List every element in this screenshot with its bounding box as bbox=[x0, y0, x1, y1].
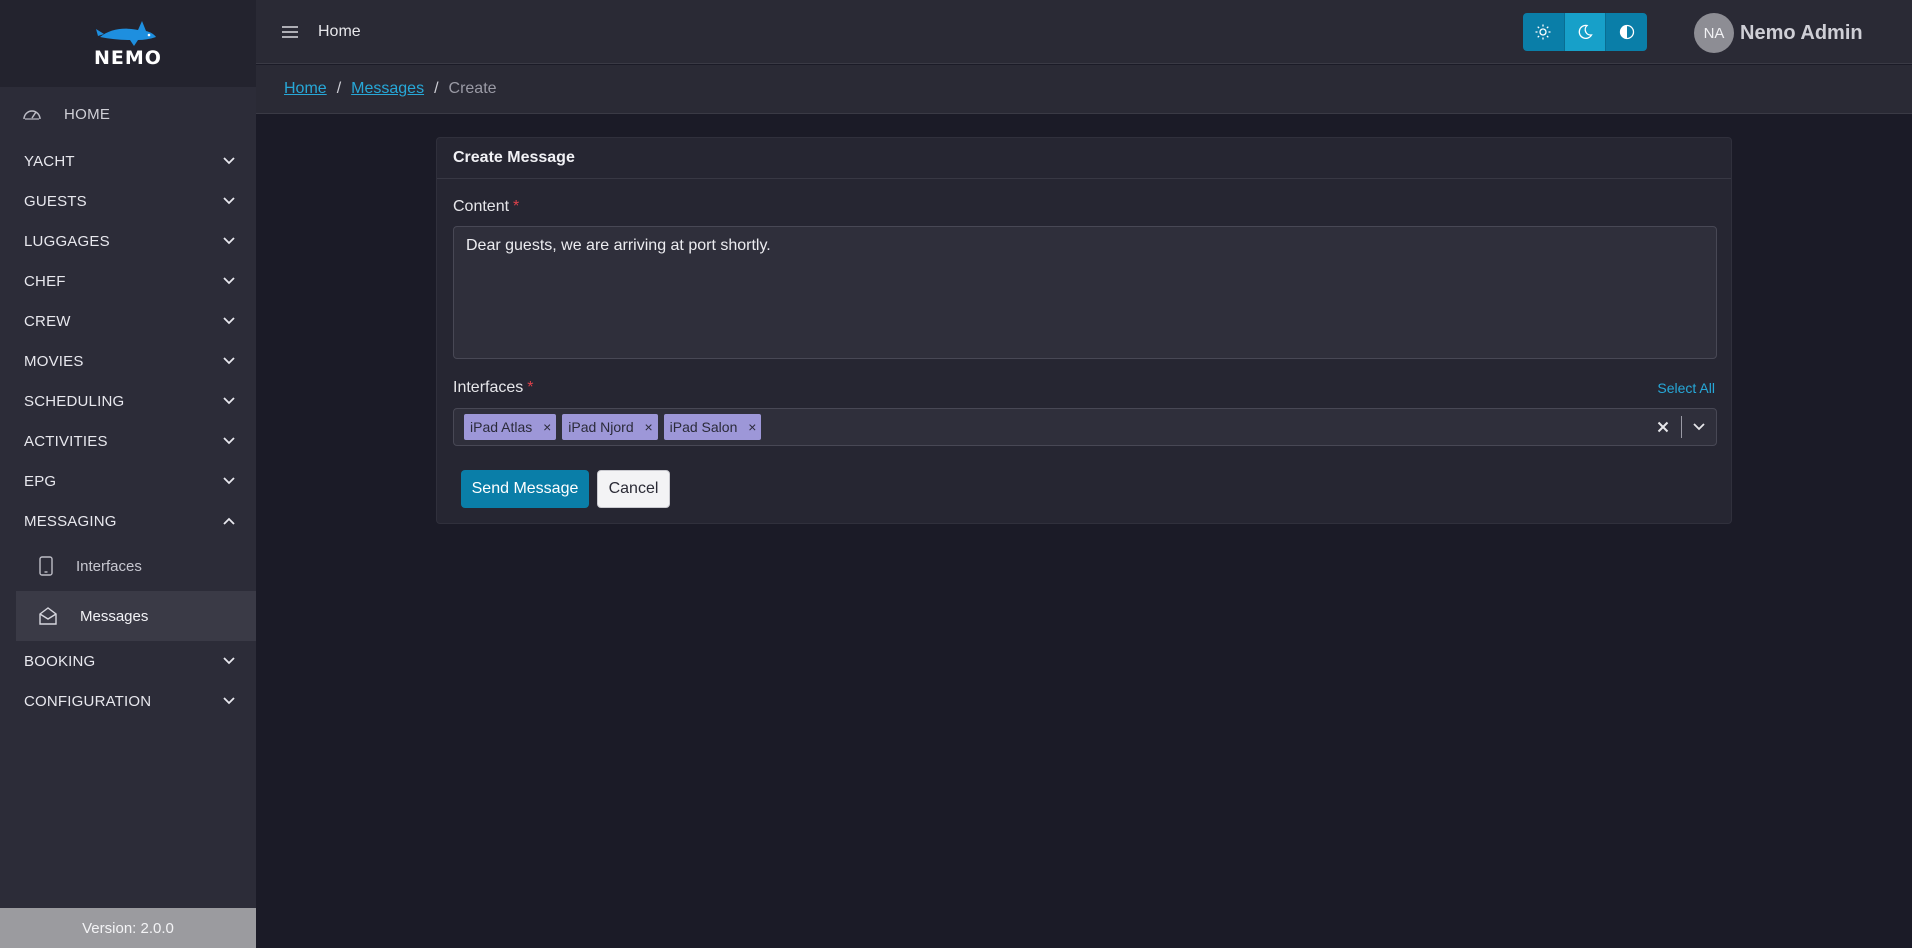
sidebar-item-label: EPG bbox=[24, 472, 57, 490]
content-label: Content * bbox=[453, 198, 519, 216]
selected-tag: iPad Salon × bbox=[663, 414, 762, 440]
sun-icon bbox=[1535, 24, 1551, 40]
sidebar-item-label: LUGGAGES bbox=[24, 232, 110, 250]
sidebar-item-messaging[interactable]: MESSAGING bbox=[0, 501, 256, 541]
sidebar-subitem-interfaces[interactable]: Interfaces bbox=[16, 541, 256, 591]
required-mark: * bbox=[513, 198, 520, 215]
content-label-text: Content bbox=[453, 198, 510, 215]
interfaces-label: Interfaces * bbox=[453, 379, 534, 397]
moon-icon bbox=[1578, 24, 1593, 39]
header-home-link[interactable]: Home bbox=[318, 23, 361, 41]
interfaces-multiselect[interactable]: iPad Atlas × iPad Njord × iPad Salon × bbox=[453, 408, 1717, 446]
sidebar-item-guests[interactable]: GUESTS bbox=[0, 181, 256, 221]
selected-tag: iPad Atlas × bbox=[464, 414, 557, 440]
selected-tag: iPad Njord × bbox=[562, 414, 658, 440]
sidebar-subitem-messages[interactable]: Messages bbox=[16, 591, 256, 641]
user-name: Nemo Admin bbox=[1740, 21, 1863, 44]
content-textarea[interactable]: Dear guests, we are arriving at port sho… bbox=[453, 226, 1717, 359]
sidebar-subitem-label: Interfaces bbox=[76, 557, 142, 575]
sidebar-item-label: ACTIVITIES bbox=[24, 432, 108, 450]
tag-label: iPad Atlas bbox=[470, 419, 533, 435]
multiselect-controls bbox=[1645, 409, 1716, 445]
hamburger-menu-icon[interactable] bbox=[280, 22, 300, 42]
sidebar-item-label: SCHEDULING bbox=[24, 392, 125, 410]
auto-theme-button[interactable] bbox=[1606, 13, 1647, 51]
sidebar-subitem-label: Messages bbox=[80, 607, 149, 625]
sidebar-item-movies[interactable]: MOVIES bbox=[0, 341, 256, 381]
sidebar-item-label: MOVIES bbox=[24, 352, 84, 370]
tablet-icon bbox=[39, 556, 53, 576]
sidebar-item-label: GUESTS bbox=[24, 192, 87, 210]
user-menu[interactable]: NA Nemo Admin bbox=[1694, 13, 1863, 53]
theme-switcher bbox=[1523, 13, 1647, 51]
sidebar: NEMO HOME YACHT GUESTS LUGGAGES CHEF CRE… bbox=[0, 0, 256, 948]
tag-remove-icon[interactable]: × bbox=[538, 414, 556, 440]
sidebar-item-activities[interactable]: ACTIVITIES bbox=[0, 421, 256, 461]
breadcrumb-current: Create bbox=[448, 80, 497, 97]
chevron-down-icon bbox=[222, 434, 236, 448]
breadcrumb-home[interactable]: Home bbox=[284, 80, 327, 98]
send-message-button[interactable]: Send Message bbox=[461, 470, 589, 508]
sidebar-item-label: BOOKING bbox=[24, 652, 96, 670]
tag-remove-icon[interactable]: × bbox=[640, 414, 658, 440]
sidebar-item-booking[interactable]: BOOKING bbox=[0, 641, 256, 681]
chevron-up-icon bbox=[222, 514, 236, 528]
half-circle-icon bbox=[1619, 24, 1634, 40]
interfaces-label-text: Interfaces bbox=[453, 379, 524, 396]
envelope-open-icon bbox=[39, 607, 57, 625]
breadcrumb-separator: / bbox=[336, 80, 342, 97]
shark-logo-icon bbox=[96, 20, 156, 46]
light-theme-button[interactable] bbox=[1523, 13, 1565, 51]
chevron-down-icon bbox=[222, 314, 236, 328]
sidebar-item-epg[interactable]: EPG bbox=[0, 461, 256, 501]
sidebar-item-home[interactable]: HOME bbox=[0, 87, 256, 141]
sidebar-item-label: CONFIGURATION bbox=[24, 692, 152, 710]
sidebar-item-configuration[interactable]: CONFIGURATION bbox=[0, 681, 256, 721]
chevron-down-icon bbox=[222, 394, 236, 408]
speedometer-icon bbox=[23, 110, 41, 120]
clear-icon[interactable] bbox=[1645, 421, 1681, 433]
sidebar-item-label: MESSAGING bbox=[24, 512, 117, 530]
breadcrumb-separator: / bbox=[434, 80, 439, 97]
tag-remove-icon[interactable]: × bbox=[743, 414, 761, 440]
sidebar-item-scheduling[interactable]: SCHEDULING bbox=[0, 381, 256, 421]
sidebar-item-label: CREW bbox=[24, 312, 71, 330]
chevron-down-icon[interactable] bbox=[1682, 423, 1716, 431]
dark-theme-button[interactable] bbox=[1564, 13, 1607, 51]
required-mark: * bbox=[527, 379, 534, 396]
sidebar-item-label: HOME bbox=[64, 105, 111, 123]
chevron-down-icon bbox=[222, 354, 236, 368]
sidebar-item-label: CHEF bbox=[24, 272, 66, 290]
tag-label: iPad Salon bbox=[669, 419, 738, 435]
cancel-button[interactable]: Cancel bbox=[597, 470, 670, 508]
sidebar-item-label: YACHT bbox=[24, 152, 75, 170]
select-all-link[interactable]: Select All bbox=[1657, 380, 1715, 396]
chevron-down-icon bbox=[222, 154, 236, 168]
chevron-down-icon bbox=[222, 694, 236, 708]
logo-text: NEMO bbox=[94, 46, 162, 69]
sidebar-item-crew[interactable]: CREW bbox=[0, 301, 256, 341]
card-title: Create Message bbox=[437, 138, 1731, 179]
breadcrumb-messages[interactable]: Messages bbox=[351, 80, 424, 98]
tag-label: iPad Njord bbox=[568, 419, 634, 435]
sidebar-item-chef[interactable]: CHEF bbox=[0, 261, 256, 301]
sidebar-item-luggages[interactable]: LUGGAGES bbox=[0, 221, 256, 261]
breadcrumb: Home / Messages / Create bbox=[256, 65, 1912, 114]
chevron-down-icon bbox=[222, 234, 236, 248]
chevron-down-icon bbox=[222, 474, 236, 488]
top-bar: Home NA Nemo Admin bbox=[256, 0, 1912, 64]
chevron-down-icon bbox=[222, 274, 236, 288]
logo[interactable]: NEMO bbox=[0, 0, 256, 87]
version-label: Version: 2.0.0 bbox=[0, 908, 256, 948]
chevron-down-icon bbox=[222, 194, 236, 208]
chevron-down-icon bbox=[222, 654, 236, 668]
sidebar-item-yacht[interactable]: YACHT bbox=[0, 141, 256, 181]
avatar: NA bbox=[1694, 13, 1734, 53]
create-message-card: Create Message Content * Dear guests, we … bbox=[436, 137, 1732, 524]
